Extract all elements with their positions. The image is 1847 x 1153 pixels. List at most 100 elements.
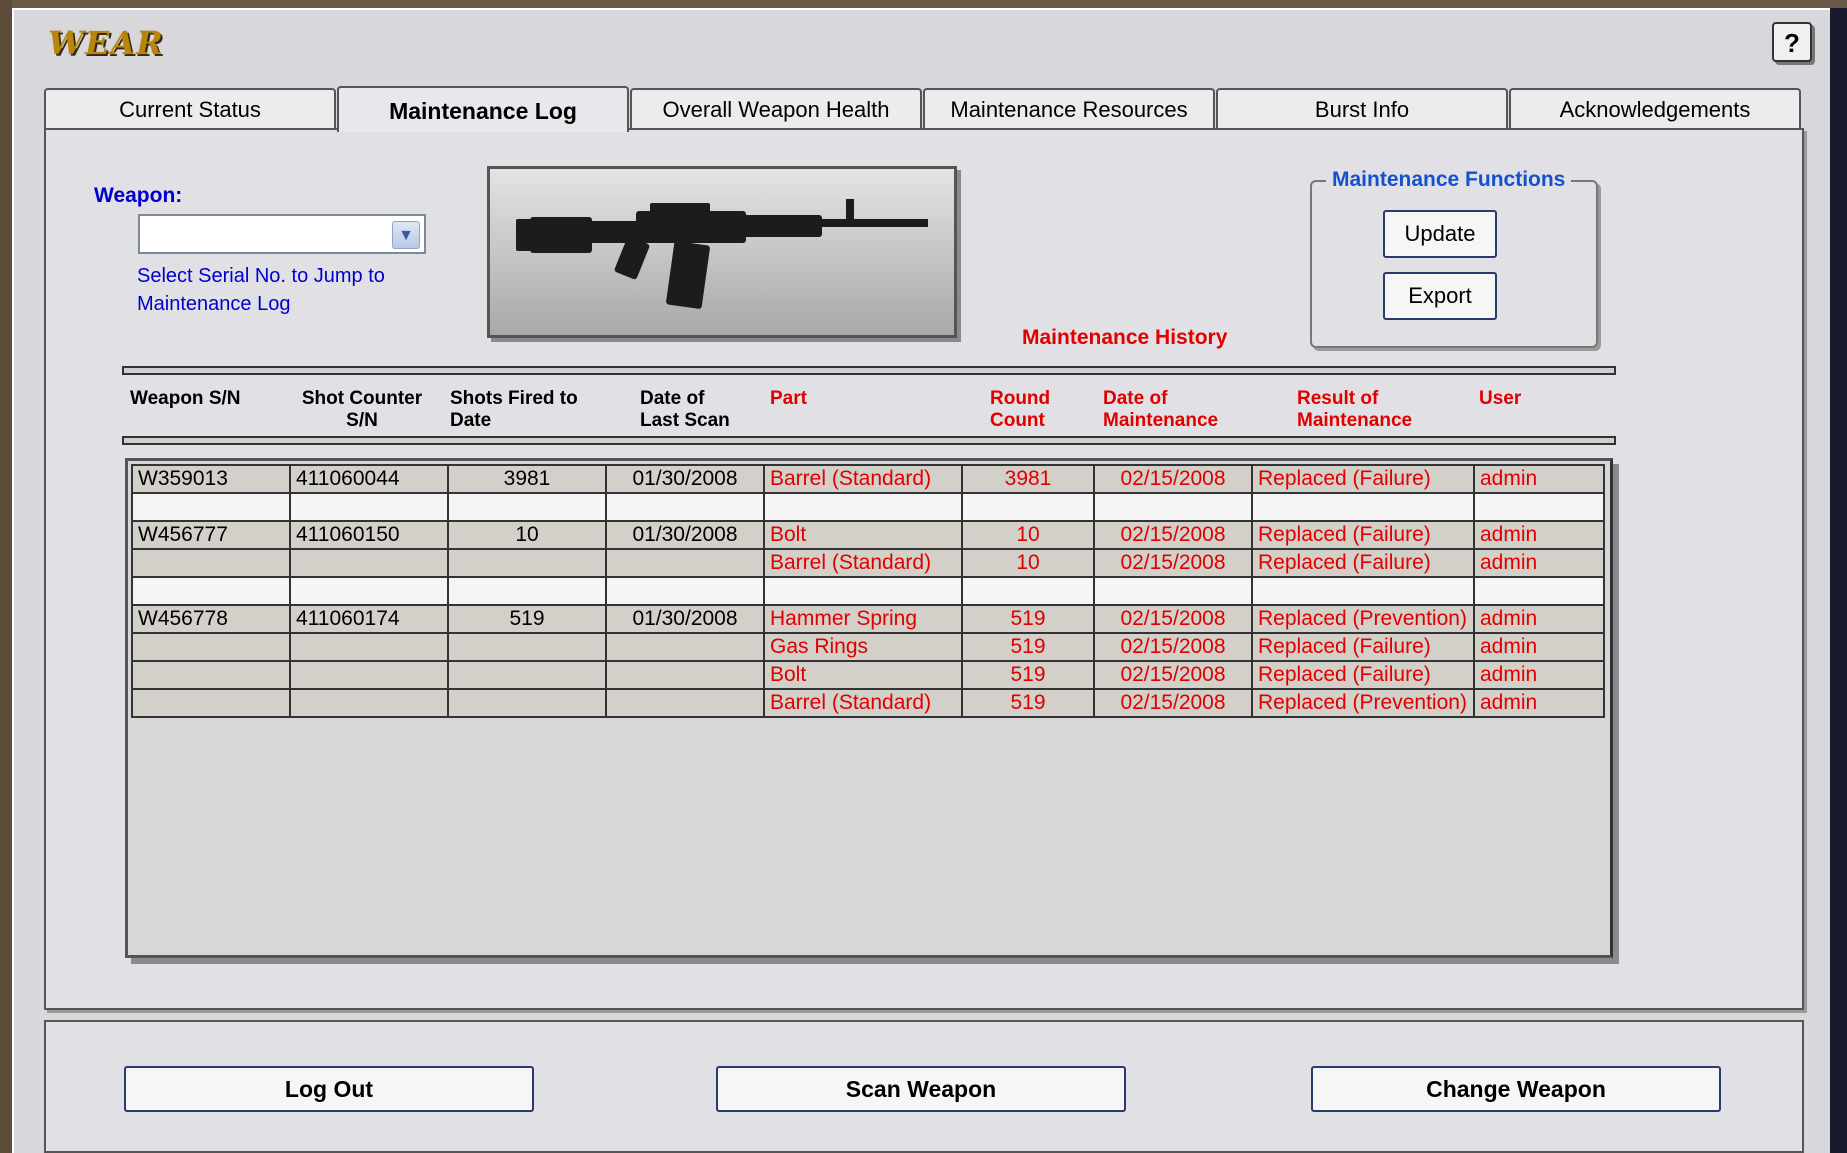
cell-round-count: 519 xyxy=(961,660,1095,690)
cell-weapon-sn: W456778 xyxy=(131,604,291,634)
cell-shots-fired: 10 xyxy=(447,520,607,550)
weapon-select-hint-line2: Maintenance Log xyxy=(137,293,291,315)
tab-burst-info[interactable]: Burst Info xyxy=(1216,88,1508,130)
log-out-button[interactable]: Log Out xyxy=(124,1066,534,1112)
table-row[interactable] xyxy=(131,492,1605,522)
rifle-icon xyxy=(516,199,928,309)
cell-round-count xyxy=(961,576,1095,606)
cell-shots-fired xyxy=(447,576,607,606)
col-header-result-of-maintenance: Result of Maintenance xyxy=(1297,388,1413,431)
update-button[interactable]: Update xyxy=(1383,210,1497,258)
tab-maintenance-resources[interactable]: Maintenance Resources xyxy=(923,88,1215,130)
cell-shot-counter-sn xyxy=(289,688,449,718)
col-header-shot-counter-sn: Shot Counter S/N xyxy=(301,388,423,431)
maintenance-history-title: Maintenance History xyxy=(1022,326,1228,349)
cell-last-scan: 01/30/2008 xyxy=(605,604,765,634)
cell-round-count: 519 xyxy=(961,632,1095,662)
cell-last-scan xyxy=(605,632,765,662)
col-header-weapon-sn: Weapon S/N xyxy=(130,388,241,409)
export-button[interactable]: Export xyxy=(1383,272,1497,320)
table-row[interactable]: Barrel (Standard) 519 02/15/2008 Replaced (… xyxy=(131,688,1605,718)
cell-maintenance-date: 02/15/2008 xyxy=(1093,464,1253,494)
window-edge xyxy=(1830,8,1847,1153)
cell-maintenance-date: 02/15/2008 xyxy=(1093,632,1253,662)
cell-maintenance-result: Replaced (Failure) xyxy=(1251,660,1475,690)
cell-shots-fired xyxy=(447,660,607,690)
col-header-date-of-maintenance: Date of Maintenance xyxy=(1103,388,1219,431)
tab-maintenance-log[interactable]: Maintenance Log xyxy=(337,86,629,132)
cell-last-scan xyxy=(605,688,765,718)
weapon-select-hint-line1: Select Serial No. to Jump to xyxy=(137,265,385,287)
cell-weapon-sn xyxy=(131,688,291,718)
weapon-image xyxy=(487,166,957,338)
cell-last-scan: 01/30/2008 xyxy=(605,464,765,494)
tab-current-status[interactable]: Current Status xyxy=(44,88,336,130)
cell-weapon-sn xyxy=(131,660,291,690)
cell-user: admin xyxy=(1473,632,1605,662)
cell-shots-fired xyxy=(447,632,607,662)
col-header-shots-fired: Shots Fired to Date xyxy=(450,388,578,431)
col-header-round-count: Round Count xyxy=(990,388,1051,431)
cell-maintenance-date: 02/15/2008 xyxy=(1093,688,1253,718)
history-table: W359013 411060044 3981 01/30/2008 Barrel (St… xyxy=(131,464,1605,718)
cell-maintenance-date xyxy=(1093,492,1253,522)
cell-part: Bolt xyxy=(763,660,963,690)
cell-shot-counter-sn xyxy=(289,576,449,606)
chevron-down-icon[interactable]: ▼ xyxy=(392,221,420,249)
desktop-left-edge xyxy=(0,0,12,1153)
cell-part: Barrel (Standard) xyxy=(763,464,963,494)
cell-maintenance-date: 02/15/2008 xyxy=(1093,660,1253,690)
cell-round-count xyxy=(961,492,1095,522)
header-divider-top xyxy=(122,366,1616,375)
cell-round-count: 10 xyxy=(961,548,1095,578)
table-row[interactable]: W456778 411060174 519 01/30/2008 Hammer Spri… xyxy=(131,604,1605,634)
tab-overall-weapon-health[interactable]: Overall Weapon Health xyxy=(630,88,922,130)
cell-shots-fired: 519 xyxy=(447,604,607,634)
cell-weapon-sn xyxy=(131,492,291,522)
weapon-serial-select[interactable]: ▼ xyxy=(138,214,426,254)
cell-last-scan xyxy=(605,492,765,522)
cell-round-count: 519 xyxy=(961,688,1095,718)
cell-round-count: 519 xyxy=(961,604,1095,634)
cell-last-scan: 01/30/2008 xyxy=(605,520,765,550)
scan-weapon-button[interactable]: Scan Weapon xyxy=(716,1066,1126,1112)
cell-shot-counter-sn xyxy=(289,492,449,522)
cell-weapon-sn: W359013 xyxy=(131,464,291,494)
maintenance-history-grid[interactable]: W359013 411060044 3981 01/30/2008 Barrel (St… xyxy=(125,458,1613,958)
desktop-background xyxy=(0,0,1847,8)
table-row[interactable]: W359013 411060044 3981 01/30/2008 Barrel (St… xyxy=(131,464,1605,494)
cell-part: Hammer Spring xyxy=(763,604,963,634)
table-row[interactable]: Barrel (Standard) 10 02/15/2008 Replaced (F… xyxy=(131,548,1605,578)
table-row[interactable]: Bolt 519 02/15/2008 Replaced (Failure) admin xyxy=(131,660,1605,690)
cell-last-scan xyxy=(605,548,765,578)
cell-part: Gas Rings xyxy=(763,632,963,662)
cell-round-count: 3981 xyxy=(961,464,1095,494)
cell-last-scan xyxy=(605,660,765,690)
cell-part: Barrel (Standard) xyxy=(763,548,963,578)
table-row[interactable] xyxy=(131,576,1605,606)
cell-maintenance-result: Replaced (Failure) xyxy=(1251,520,1475,550)
weapon-select-hint: Select Serial No. to Jump to Maintenance… xyxy=(137,262,437,318)
table-row[interactable]: W456777 411060150 10 01/30/2008 Bolt 10 02/15/… xyxy=(131,520,1605,550)
cell-shot-counter-sn: 411060044 xyxy=(289,464,449,494)
table-row[interactable]: Gas Rings 519 02/15/2008 Replaced (Failure)… xyxy=(131,632,1605,662)
header-divider-bottom xyxy=(122,436,1616,445)
cell-shot-counter-sn xyxy=(289,632,449,662)
cell-user: admin xyxy=(1473,688,1605,718)
cell-weapon-sn xyxy=(131,632,291,662)
maintenance-functions-group xyxy=(1310,180,1598,348)
tab-acknowledgements[interactable]: Acknowledgements xyxy=(1509,88,1801,130)
cell-shots-fired: 3981 xyxy=(447,464,607,494)
cell-maintenance-date: 02/15/2008 xyxy=(1093,548,1253,578)
change-weapon-button[interactable]: Change Weapon xyxy=(1311,1066,1721,1112)
cell-last-scan xyxy=(605,576,765,606)
col-header-part: Part xyxy=(770,388,807,409)
cell-maintenance-date xyxy=(1093,576,1253,606)
cell-user: admin xyxy=(1473,548,1605,578)
cell-user: admin xyxy=(1473,660,1605,690)
weapon-label: Weapon: xyxy=(94,184,183,207)
cell-shots-fired xyxy=(447,492,607,522)
cell-maintenance-result: Replaced (Prevention) xyxy=(1251,604,1475,634)
maintenance-functions-title: Maintenance Functions xyxy=(1326,168,1572,192)
help-button[interactable]: ? xyxy=(1772,22,1812,62)
